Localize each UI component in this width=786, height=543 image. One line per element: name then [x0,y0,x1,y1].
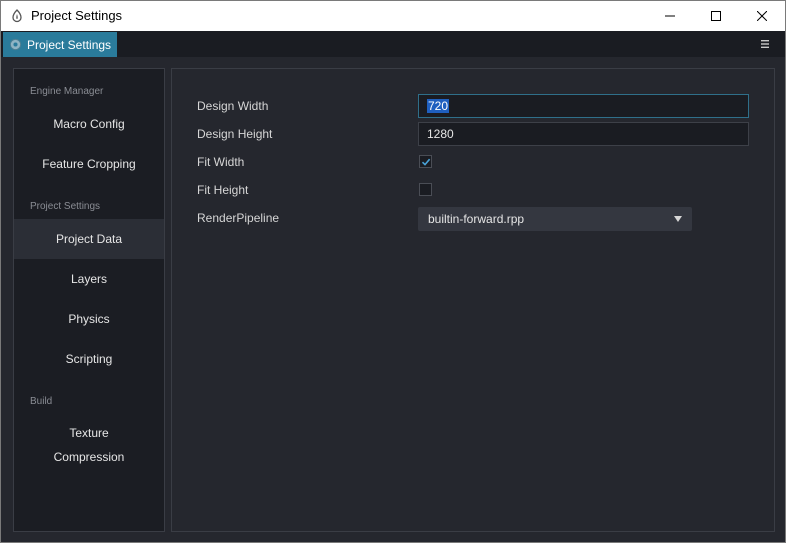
section-header-project-settings: Project Settings [30,201,101,212]
sidebar-item-texture-compression[interactable]: Texture Compression [14,421,164,469]
project-settings-window: Project Settings Project Settings Engine… [0,0,786,543]
minimize-button[interactable] [647,1,693,31]
section-header-engine-manager: Engine Manager [30,86,104,97]
design-height-value: 1280 [427,127,454,141]
design-width-input[interactable]: 720 [418,94,749,118]
section-header-build: Build [30,396,53,407]
hamburger-menu-icon[interactable] [760,39,770,49]
checkmark-icon [421,158,430,166]
title-bar[interactable]: Project Settings [1,1,785,31]
minimize-icon [665,15,675,17]
render-pipeline-label: RenderPipeline [197,211,280,225]
fit-width-checkbox[interactable] [419,155,432,168]
design-height-input[interactable]: 1280 [418,122,749,146]
render-pipeline-select[interactable]: builtin-forward.rpp [418,207,692,231]
fit-height-label: Fit Height [197,183,249,197]
render-pipeline-value: builtin-forward.rpp [428,212,525,226]
window-title: Project Settings [31,8,123,23]
design-height-label: Design Height [197,127,273,141]
maximize-icon [711,11,721,21]
design-width-value: 720 [427,99,450,113]
sidebar-item-macro-config[interactable]: Macro Config [14,112,164,136]
fit-height-checkbox[interactable] [419,183,432,196]
design-width-label: Design Width [197,99,269,113]
sidebar-item-scripting[interactable]: Scripting [14,347,164,371]
dropdown-arrow-icon [674,216,682,222]
sidebar-item-layers[interactable]: Layers [14,267,164,291]
sidebar-item-physics[interactable]: Physics [14,307,164,331]
tab-strip: Project Settings [1,31,785,57]
fit-width-label: Fit Width [197,155,245,169]
tab-project-settings[interactable]: Project Settings [3,32,117,57]
maximize-button[interactable] [693,1,739,31]
tab-label: Project Settings [27,37,112,52]
app-icon [12,9,22,23]
close-icon [757,11,767,21]
sidebar-item-feature-cropping[interactable]: Feature Cropping [14,152,164,176]
settings-panel: Design Width 720 Design Height 1280 Fit … [171,68,775,532]
close-button[interactable] [739,1,785,31]
sidebar-item-project-data[interactable]: Project Data [14,219,164,259]
sidebar: Engine Manager Macro Config Feature Crop… [13,68,165,532]
gear-icon [9,38,22,51]
main-area: Engine Manager Macro Config Feature Crop… [1,57,785,542]
